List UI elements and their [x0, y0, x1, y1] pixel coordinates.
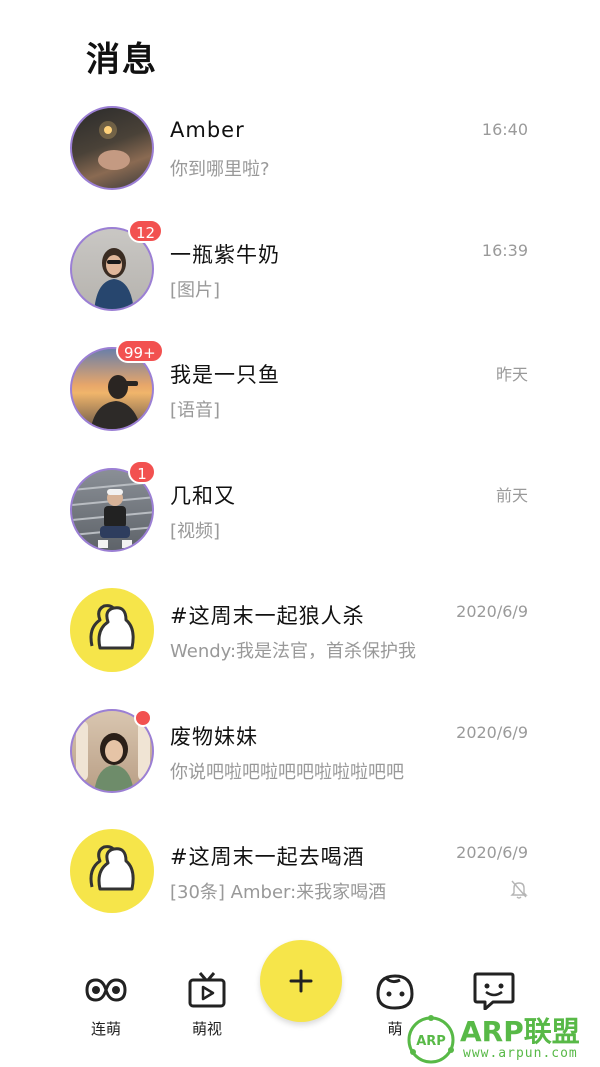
infinity-eyes-icon [85, 978, 127, 1002]
conversation-time: 2020/6/9 [456, 722, 528, 742]
conversation-time: 前天 [495, 485, 528, 505]
conversation-preview: [视频] [170, 520, 221, 542]
page-title: 消息 [86, 40, 158, 80]
group-icon [89, 845, 135, 891]
conversation-preview: [图片] [170, 279, 221, 301]
conversation-preview: 你说吧啦吧啦吧吧啦啦啦吧吧 [170, 761, 404, 783]
conversation-time: 昨天 [495, 365, 528, 384]
conversation-row[interactable]: Amber 你到哪里啦? 16:40 [0, 100, 600, 221]
conversation-time: 2020/6/9 [456, 602, 528, 621]
conversation-preview: Wendy:我是法官，首杀保护我 [170, 641, 417, 662]
conversation-row[interactable]: #这周末一起去喝酒 [30条] Amber:来我家喝酒 2020/6/9 [0, 823, 600, 944]
baby-face-icon [376, 974, 414, 1010]
conversation-row[interactable]: 12 一瓶紫牛奶 [图片] 16:39 [0, 218, 600, 342]
avatar[interactable]: 1 [70, 459, 156, 552]
conversation-name: 一瓶紫牛奶 [170, 242, 280, 267]
conversation-preview: [30条] Amber:来我家喝酒 [170, 882, 387, 903]
conversation-time: 16:39 [481, 240, 528, 260]
conversation-time: 2020/6/9 [456, 843, 528, 862]
watermark-text: ARP联盟 [460, 1015, 580, 1048]
tab-lianmeng[interactable]: 连萌 [66, 970, 146, 1039]
chat-face-icon [473, 972, 515, 1011]
conversation-name: Amber [170, 118, 245, 142]
conversation-name: 废物妹妹 [170, 724, 258, 749]
conversation-name: #这周末一起去喝酒 [170, 845, 365, 869]
conversation-name: #这周末一起狼人杀 [170, 604, 365, 628]
unread-dot [134, 708, 152, 727]
conversation-preview: [语音] [170, 400, 221, 421]
watermark-url: www.arpun.com [463, 1046, 578, 1061]
conversation-row[interactable]: 1 几和又 [视频] 前天 [0, 459, 600, 583]
unread-badge: 1 [128, 459, 156, 484]
arp-logo-icon: ARP [407, 1015, 455, 1064]
group-icon [89, 604, 135, 650]
tab-label: 萌视 [191, 1020, 222, 1038]
conversation-time: 16:40 [481, 120, 528, 139]
tab-label: 连萌 [90, 1020, 121, 1038]
conversation-name: 几和又 [170, 483, 236, 508]
avatar[interactable] [70, 829, 154, 913]
add-button[interactable] [260, 940, 342, 1022]
watermark: ARP ARP联盟 www.arpun.com [405, 1012, 600, 1067]
conversation-name: 我是一只鱼 [170, 363, 280, 387]
unread-badge: 99+ [116, 339, 164, 363]
conversation-row[interactable]: 废物妹妹 你说吧啦吧啦吧吧啦啦啦吧吧 2020/6/9 [0, 703, 600, 824]
avatar[interactable]: 99+ [70, 339, 164, 431]
plus-icon [289, 969, 313, 993]
watermark-badge: ARP [416, 1034, 446, 1049]
unread-badge: 12 [128, 218, 164, 243]
avatar[interactable] [70, 588, 154, 672]
conversation-list: Amber 你到哪里啦? 16:40 12 一瓶紫牛奶 [图片] 16:39 9… [0, 100, 600, 944]
avatar[interactable] [70, 106, 154, 190]
tv-icon [188, 972, 226, 1008]
tab-mengshi[interactable]: 萌视 [167, 970, 247, 1039]
avatar[interactable] [70, 708, 154, 793]
avatar[interactable]: 12 [70, 218, 164, 311]
conversation-preview: 你到哪里啦? [170, 159, 270, 180]
conversation-row[interactable]: #这周末一起狼人杀 Wendy:我是法官，首杀保护我 2020/6/9 [0, 582, 600, 703]
conversation-row[interactable]: 99+ 我是一只鱼 [语音] 昨天 [0, 339, 600, 462]
bell-muted-icon [510, 880, 528, 899]
